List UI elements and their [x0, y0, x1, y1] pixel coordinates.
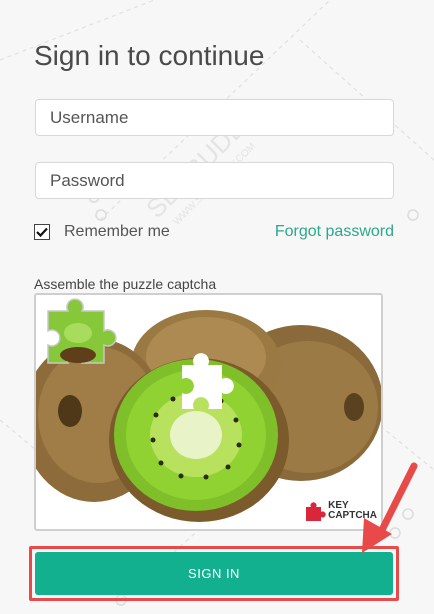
- remember-checkbox[interactable]: [34, 224, 50, 240]
- remember-label: Remember me: [64, 223, 170, 240]
- keycaptcha-logo: KEY CAPTCHA: [304, 501, 377, 521]
- kiwi-image: [36, 295, 381, 529]
- password-input[interactable]: [35, 162, 394, 199]
- captcha-label: Assemble the puzzle captcha: [34, 276, 217, 292]
- remember-me[interactable]: Remember me: [34, 223, 170, 241]
- username-input[interactable]: [35, 99, 394, 136]
- brand-line2: CAPTCHA: [328, 510, 377, 521]
- page-title: Sign in to continue: [34, 40, 265, 71]
- checkmark-icon: [36, 227, 48, 237]
- puzzle-logo-icon: [306, 502, 326, 521]
- puzzle-captcha[interactable]: KEY CAPTCHA: [34, 293, 383, 531]
- signin-button[interactable]: SIGN IN: [35, 552, 393, 595]
- forgot-password-link[interactable]: Forgot password: [275, 223, 394, 241]
